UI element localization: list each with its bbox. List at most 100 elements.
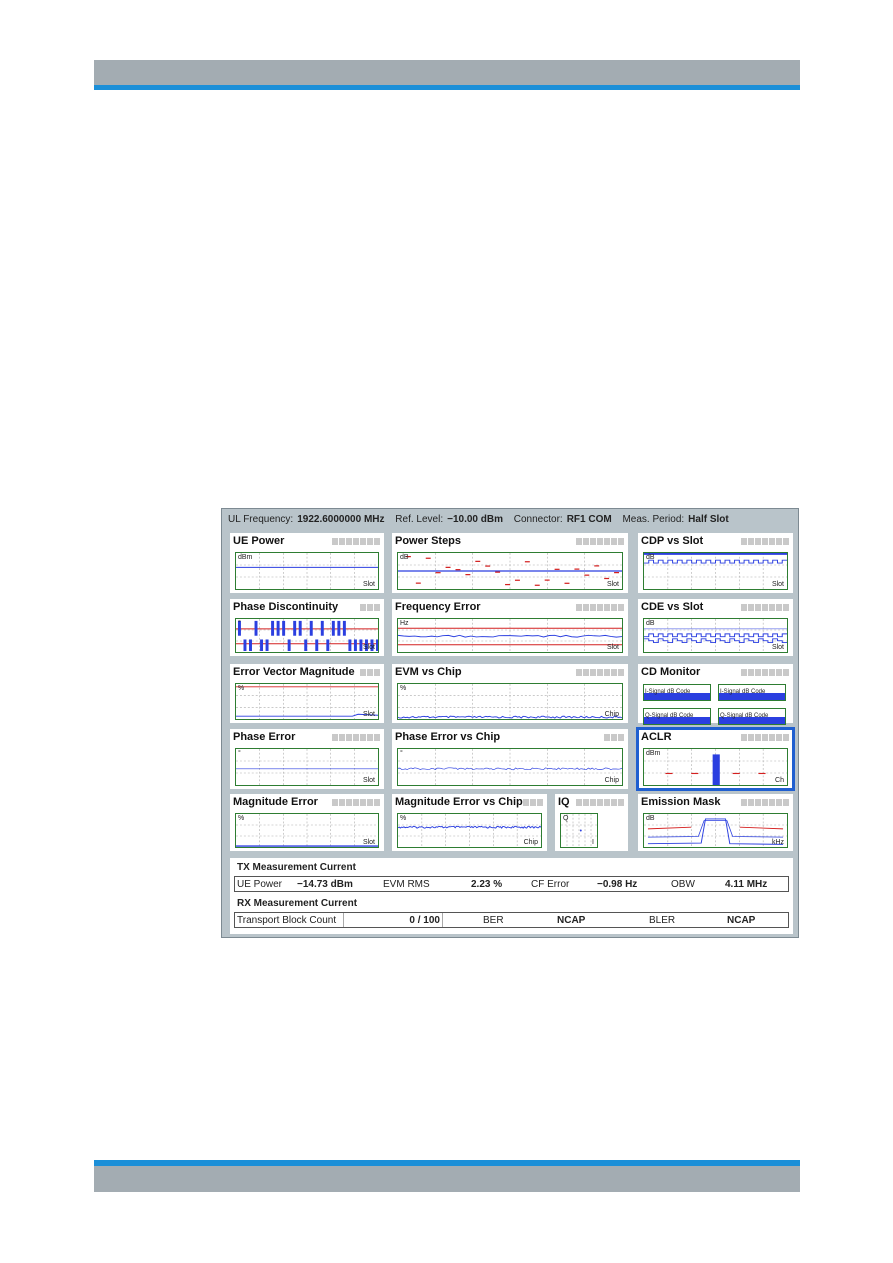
panel-frequency-error[interactable]: Frequency Error Hz Slot [392, 599, 628, 656]
panel-title: Frequency Error [395, 601, 481, 613]
unit-label: % [238, 815, 245, 822]
phase-bar [287, 639, 291, 652]
panel-phase-discontinuity[interactable]: Phase Discontinuity ° Slot [230, 599, 384, 656]
tbc-field: 0 / 100 [343, 913, 443, 927]
status-square-icon [367, 604, 373, 611]
ref-level-label: Ref. Level: [395, 514, 444, 525]
status-square-icon [360, 604, 366, 611]
plot-svg [398, 814, 541, 847]
status-square-icon [741, 669, 747, 676]
x-axis-label: Slot [362, 581, 375, 588]
status-square-icon [367, 538, 373, 545]
status-square-icon [611, 799, 617, 806]
panel-cdp-vs-slot[interactable]: CDP vs Slot dB Slot [638, 533, 793, 593]
panel-power-steps[interactable]: Power Steps dB Slot [392, 533, 628, 593]
status-square-icon [769, 799, 775, 806]
status-square-icon [755, 734, 761, 741]
unit-label: Q [563, 815, 569, 822]
status-square-icon [583, 604, 589, 611]
plot-area: Hz Slot [397, 618, 623, 653]
cf-error-value: −0.98 Hz [597, 879, 638, 890]
plot-svg [644, 749, 787, 785]
rx-row: Transport Block Count 0 / 100 BER NCAP B… [234, 912, 789, 928]
panel-cde-vs-slot[interactable]: CDE vs Slot dB Slot [638, 599, 793, 656]
status-square-icon [339, 799, 345, 806]
status-square-icon [618, 604, 624, 611]
status-square-icon [604, 799, 610, 806]
status-square-icon [590, 799, 596, 806]
status-square-icon [783, 669, 789, 676]
plot-area: ° Chip [397, 748, 623, 786]
ul-frequency-value: 1922.6000000 MHz [297, 514, 385, 525]
cf-error-label: CF Error [531, 879, 570, 890]
trace-line [644, 633, 787, 638]
panel-ue-power[interactable]: UE Power dBm Slot [230, 533, 384, 593]
status-square-icon [374, 538, 380, 545]
status-square-icon [537, 799, 543, 806]
unit-label: % [238, 685, 245, 692]
status-square-icon [783, 799, 789, 806]
status-square-icon [748, 604, 754, 611]
panel-phase-error[interactable]: Phase Error ° Slot [230, 729, 384, 789]
status-square-icon [755, 669, 761, 676]
x-axis-label: kHz [771, 839, 784, 846]
status-indicator [741, 669, 789, 676]
status-square-icon [360, 734, 366, 741]
status-square-icon [339, 538, 345, 545]
status-square-icon [611, 538, 617, 545]
status-square-icon [762, 734, 768, 741]
status-square-icon [776, 538, 782, 545]
panel-aclr[interactable]: ACLR dBm Ch [636, 727, 795, 791]
panel-magnitude-error[interactable]: Magnitude Error% Slot [230, 794, 384, 851]
status-square-icon [741, 604, 747, 611]
plot-area: dB kHz [643, 813, 788, 848]
panel-title: CDE vs Slot [641, 601, 704, 613]
panel-iq[interactable]: IQ Q I [555, 794, 628, 851]
phase-bar [249, 639, 252, 652]
status-square-icon [604, 734, 610, 741]
ber-label: BER [483, 915, 504, 926]
connector-label: Connector: [513, 514, 563, 525]
cd-monitor-subplot[interactable]: Q-Signal dB Code [718, 708, 786, 725]
panel-title: EVM vs Chip [395, 666, 462, 678]
status-square-icon [762, 538, 768, 545]
status-square-icon [741, 734, 747, 741]
status-square-icon [590, 669, 596, 676]
trace-line [644, 638, 787, 644]
trace-line [647, 826, 692, 830]
status-square-icon [597, 669, 603, 676]
cd-monitor-subplot[interactable]: I-Signal dB Code [643, 684, 711, 701]
phase-bar [260, 639, 264, 652]
tbc-label: Transport Block Count [237, 915, 337, 926]
unit-label: ° [400, 750, 403, 757]
status-square-icon [769, 538, 775, 545]
panel-magnitude-error-vs-chip[interactable]: Magnitude Error vs Chip% Chip [392, 794, 547, 851]
cd-monitor-subplot[interactable]: I-Signal dB Code [718, 684, 786, 701]
status-square-icon [769, 604, 775, 611]
panel-evm-vs-chip[interactable]: EVM vs Chip% Chip [392, 664, 628, 723]
status-square-icon [332, 799, 338, 806]
x-axis-label: Slot [771, 581, 784, 588]
x-axis-label: Slot [362, 644, 375, 651]
panel-emission-mask[interactable]: Emission Mask dB kHz [638, 794, 793, 851]
panel-error-vector-magnitude[interactable]: Error Vector Magnitude% Slot [230, 664, 384, 723]
plot-area: dB Slot [643, 552, 788, 590]
manual-page: UL Frequency: 1922.6000000 MHz Ref. Level… [0, 0, 893, 1263]
info-bar: UL Frequency: 1922.6000000 MHz Ref. Level… [228, 514, 737, 525]
cd-monitor-subplot[interactable]: Q-Signal dB Code [643, 708, 711, 725]
connector-value: RF1 COM [566, 514, 612, 525]
panel-title: IQ [558, 796, 570, 808]
cd-monitor-label: Q-Signal dB Code [645, 713, 694, 719]
status-indicator [604, 734, 624, 741]
phase-bar [254, 620, 258, 636]
panel-phase-error-vs-chip[interactable]: Phase Error vs Chip ° Chip [392, 729, 628, 789]
trace-line [398, 825, 541, 829]
plot-area: dB Slot [397, 552, 623, 590]
status-square-icon [748, 538, 754, 545]
status-square-icon [769, 734, 775, 741]
ul-frequency-label: UL Frequency: [228, 514, 294, 525]
panel-title: Magnitude Error vs Chip [395, 796, 523, 808]
plot-area: dB Slot [643, 618, 788, 653]
status-square-icon [583, 669, 589, 676]
panel-cd-monitor[interactable]: CD Monitor I-Signal dB Code I-Signal dB Co… [638, 664, 793, 725]
